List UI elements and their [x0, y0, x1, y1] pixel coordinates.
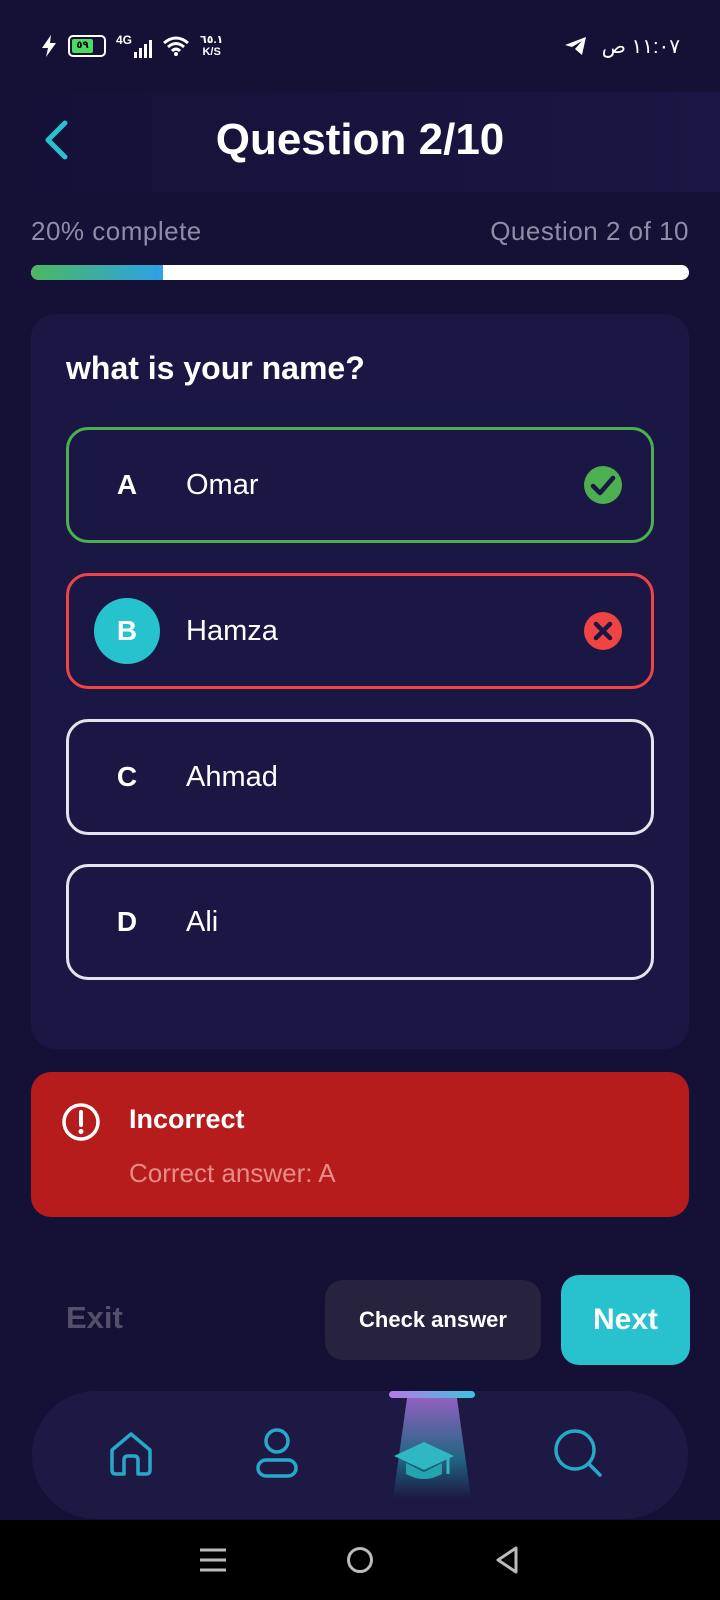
next-button[interactable]: Next: [561, 1275, 690, 1365]
progress-count-label: Question 2 of 10: [490, 216, 689, 246]
option-text: Hamza: [186, 614, 278, 647]
check-answer-button[interactable]: Check answer: [325, 1280, 541, 1360]
home-icon: [110, 1432, 152, 1476]
profile-icon: [256, 1428, 298, 1478]
wifi-icon: [163, 36, 189, 56]
option-a[interactable]: A Omar: [66, 427, 654, 543]
option-text: Ali: [186, 905, 219, 938]
nav-profile[interactable]: [245, 1421, 309, 1485]
nav-search[interactable]: [546, 1421, 610, 1485]
option-letter: D: [116, 906, 138, 937]
circle-home-icon: [346, 1547, 373, 1573]
feedback-banner: Incorrect Correct answer: A: [31, 1072, 689, 1217]
charging-icon: [42, 35, 56, 57]
recent-apps-button[interactable]: [193, 1540, 233, 1580]
system-nav-bar: [0, 1520, 720, 1600]
active-tab-indicator: [389, 1391, 475, 1398]
option-d[interactable]: D Ali: [66, 864, 654, 980]
nav-learn[interactable]: [392, 1431, 456, 1495]
feedback-title: Incorrect: [129, 1104, 245, 1134]
network-type: 4G: [116, 33, 133, 47]
question-card: what is your name? A Omar B Hamza C Ahma…: [31, 314, 689, 1049]
nav-home[interactable]: [99, 1421, 163, 1485]
menu-icon: [200, 1548, 227, 1572]
progress-bar-fill: [31, 265, 163, 280]
option-letter: C: [116, 761, 138, 792]
option-text: Omar: [186, 468, 259, 501]
speed-value: ٦٥.١: [200, 34, 224, 46]
progress-percent-label: 20% complete: [31, 216, 202, 246]
progress-labels: 20% complete Question 2 of 10: [31, 216, 689, 247]
alert-circle-icon: [62, 1103, 100, 1141]
graduation-cap-icon: [394, 1442, 454, 1479]
network-speed: ٦٥.١ K/S: [200, 34, 223, 58]
option-c[interactable]: C Ahmad: [66, 719, 654, 835]
home-button[interactable]: [340, 1540, 380, 1580]
telegram-icon: [564, 37, 586, 55]
option-text: Ahmad: [186, 760, 278, 793]
page-title: Question 2/10: [215, 115, 505, 164]
search-icon: [554, 1429, 602, 1477]
option-letter: A: [116, 469, 138, 500]
progress-bar: [31, 265, 689, 280]
speed-unit: K/S: [202, 46, 221, 58]
battery-icon: ٥٩: [68, 35, 106, 57]
cellular-signal-icon: 4G: [116, 33, 153, 58]
status-icons-left: ٥٩ 4G ٦٥.١ K/S: [40, 34, 223, 58]
battery-level: ٥٩: [72, 39, 93, 53]
option-b[interactable]: B Hamza: [66, 573, 654, 689]
question-text: what is your name?: [66, 350, 365, 386]
triangle-back-icon: [496, 1546, 518, 1574]
option-letter-selected: B: [94, 598, 160, 664]
clock: ١١:٠٧ ص: [601, 35, 680, 58]
status-icons-right: ١١:٠٧ ص: [564, 34, 680, 59]
bottom-nav: [32, 1391, 688, 1519]
status-bar: ٥٩ 4G ٦٥.١ K/S ١١:٠٧ ص: [0, 0, 720, 92]
check-circle-icon: [584, 466, 622, 504]
exit-button[interactable]: Exit: [66, 1300, 123, 1336]
close-circle-icon: [584, 612, 622, 650]
feedback-message: Correct answer: A: [129, 1158, 336, 1188]
app-header: Question 2/10: [0, 92, 720, 192]
back-system-button[interactable]: [487, 1540, 527, 1580]
